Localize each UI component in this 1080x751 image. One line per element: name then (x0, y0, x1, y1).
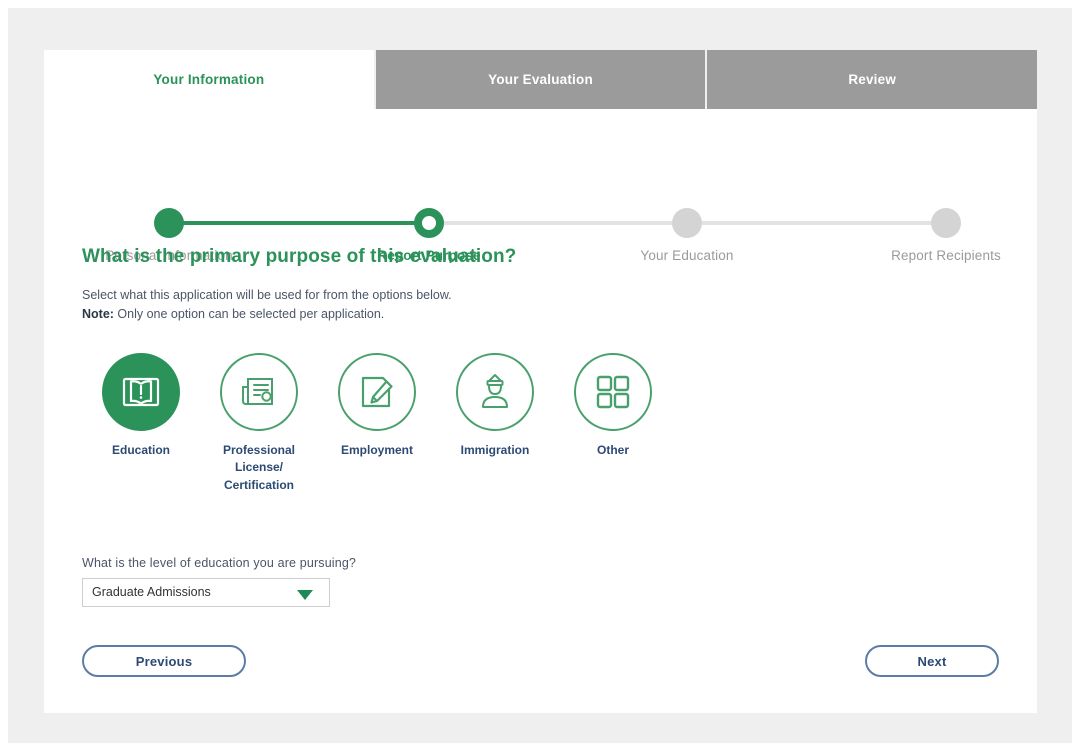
option-icon-circle (338, 352, 416, 431)
education-level-label: What is the level of education you are p… (82, 555, 357, 570)
option-icon-circle (574, 352, 652, 431)
wizard-card: Your Information Your Evaluation Review … (44, 50, 1038, 713)
education-level-select[interactable]: Graduate Admissions (82, 577, 330, 607)
option-icon-circle (220, 352, 298, 431)
step-dot (154, 208, 184, 238)
note-text: Only one option can be selected per appl… (113, 307, 385, 322)
education-level-field: What is the level of education you are p… (82, 556, 1002, 607)
chevron-down-icon (297, 589, 313, 600)
document-pencil-icon (361, 376, 393, 407)
form-content: What is the primary purpose of this eval… (82, 246, 1002, 607)
option-label: Education (111, 442, 170, 457)
option-label: Professional License/ Certification (222, 442, 296, 492)
option-immigration[interactable]: Immigration (436, 352, 554, 459)
open-book-icon (122, 377, 160, 406)
option-label: Employment (340, 442, 413, 457)
option-icon-circle (102, 352, 180, 431)
education-level-value: Graduate Admissions (92, 584, 211, 599)
tab-your-information[interactable]: Your Information (44, 50, 374, 109)
officer-person-icon (482, 373, 508, 408)
tab-review[interactable]: Review (705, 50, 1038, 109)
note-label: Note: (82, 307, 114, 322)
step-dot (414, 208, 444, 238)
option-other[interactable]: Other (554, 352, 672, 459)
tab-label: Review (848, 72, 897, 87)
option-education[interactable]: Education (82, 352, 200, 459)
tab-your-evaluation[interactable]: Your Evaluation (373, 50, 706, 109)
option-employment[interactable]: Employment (318, 352, 436, 459)
wizard-navigation: Previous Next (82, 645, 999, 677)
step-dot (672, 208, 702, 238)
grid-squares-icon (596, 375, 630, 408)
option-professional-license[interactable]: Professional License/ Certification (200, 352, 318, 494)
tab-label: Your Evaluation (488, 72, 593, 87)
next-button[interactable]: Next (865, 645, 999, 677)
instructions: Select what this application will be use… (82, 286, 1002, 325)
tab-label: Your Information (153, 72, 265, 87)
step-dot (931, 208, 961, 238)
instructions-line: Select what this application will be use… (82, 288, 452, 302)
option-icon-circle (456, 352, 534, 431)
certificate-document-icon (242, 377, 273, 405)
page-title: What is the primary purpose of this eval… (82, 246, 517, 267)
option-label: Other (596, 442, 629, 457)
previous-button[interactable]: Previous (82, 645, 246, 677)
option-label: Immigration (460, 442, 530, 457)
wizard-tabs: Your Information Your Evaluation Review (44, 50, 1038, 109)
purpose-options: Education Professional License/ Certific… (82, 352, 1002, 494)
